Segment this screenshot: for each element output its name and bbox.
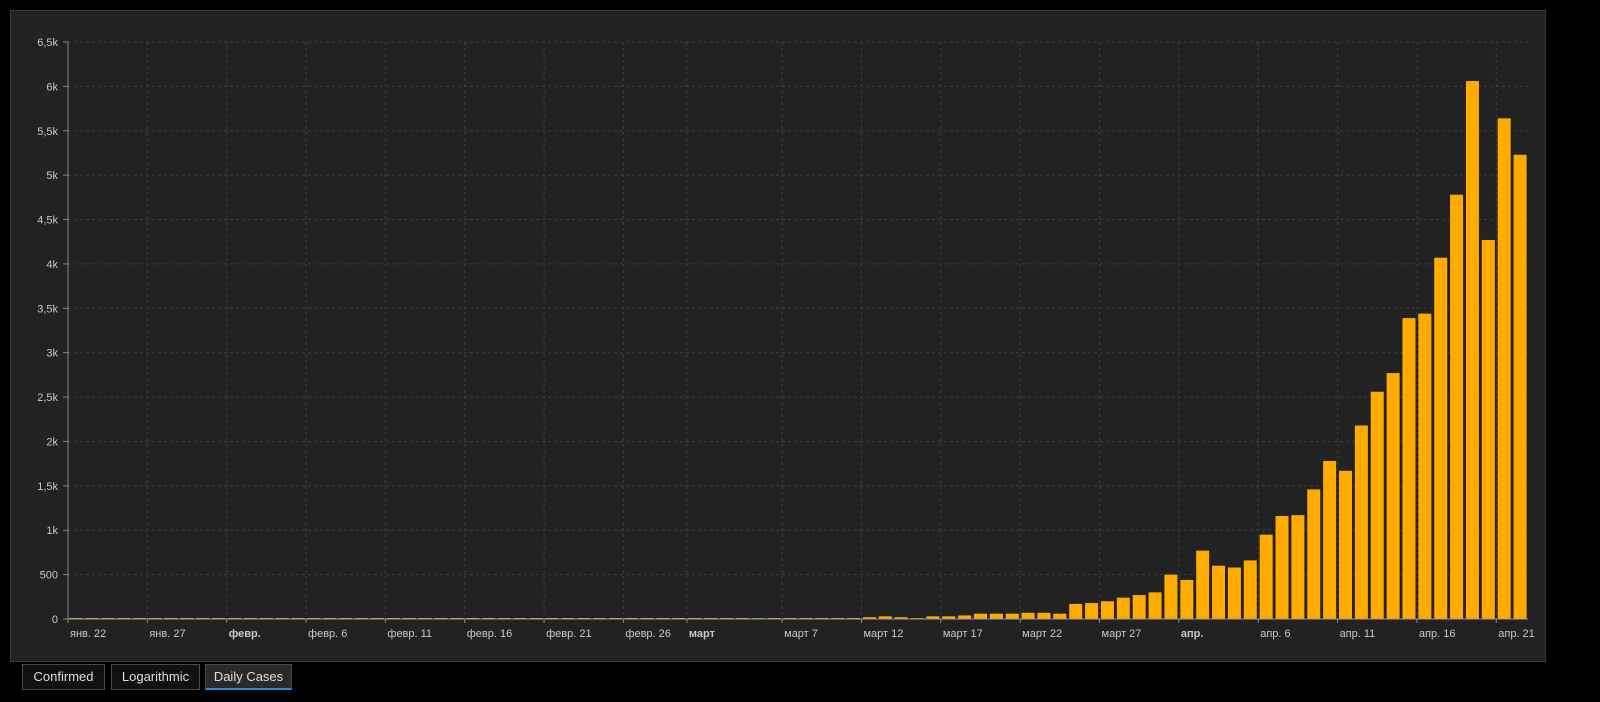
bar: [1132, 595, 1146, 619]
bar: [1338, 470, 1353, 619]
bar: [1323, 460, 1337, 619]
x-tick-label: янв. 27: [149, 628, 185, 640]
bar: [1354, 425, 1368, 619]
bar: [1116, 597, 1130, 619]
x-tick-label: февр.: [229, 628, 261, 640]
x-tick-label: март 27: [1102, 628, 1142, 640]
bar: [1418, 313, 1432, 619]
y-tick-label: 4k: [46, 259, 58, 271]
bar: [1513, 154, 1527, 619]
bar: [1450, 194, 1464, 619]
bar: [1259, 534, 1273, 619]
y-tick-label: 500: [40, 570, 58, 582]
bar: [1434, 257, 1448, 619]
bar: [1053, 613, 1067, 619]
x-tick-label: февр. 6: [308, 628, 347, 640]
bar: [1481, 239, 1495, 619]
y-tick-label: 3,5k: [37, 303, 58, 315]
y-tick-label: 2,5k: [37, 392, 58, 404]
bar: [1164, 574, 1178, 619]
bar: [1085, 603, 1099, 619]
bar: [1227, 567, 1241, 619]
bar: [1386, 373, 1400, 619]
bar: [1291, 515, 1305, 619]
y-tick-label: 1,5k: [37, 481, 58, 493]
x-tick-label: апр. 11: [1340, 628, 1376, 640]
x-tick-label: февр. 11: [387, 628, 432, 640]
x-tick-label: февр. 21: [546, 628, 591, 640]
x-tick-label: март 12: [863, 628, 903, 640]
x-tick-label: март 7: [784, 628, 818, 640]
x-tick-label: март 22: [1022, 628, 1062, 640]
tab-daily-cases[interactable]: Daily Cases: [205, 664, 292, 690]
y-tick-label: 0: [52, 614, 58, 626]
x-tick-label: апр. 16: [1419, 628, 1456, 640]
x-tick-label: март 17: [943, 628, 983, 640]
bar: [1370, 391, 1384, 619]
bar: [1180, 579, 1194, 619]
x-tick-label: февр. 26: [625, 628, 670, 640]
chart-panel: 0 500 1k 1,5k 2k 2,5k 3k 3,5k 4k 4,5k 5k 5,5k 6k 6,5k…: [10, 10, 1546, 662]
y-tick-label: 5,5k: [37, 126, 58, 138]
bar: [1148, 592, 1162, 619]
x-tick-label: март: [689, 628, 716, 640]
bar: [1196, 550, 1210, 619]
bar: [1005, 613, 1019, 619]
x-tick-label: апр.: [1181, 628, 1204, 640]
bar: [958, 615, 972, 619]
x-tick-label: февр. 16: [467, 628, 512, 640]
tab-logarithmic[interactable]: Logarithmic: [111, 664, 200, 690]
x-tick-label: апр. 6: [1260, 628, 1290, 640]
bar: [1243, 560, 1257, 619]
bar: [1307, 489, 1321, 619]
daily-cases-chart: 0 500 1k 1,5k 2k 2,5k 3k 3,5k 4k 4,5k 5k 5,5k 6k 6,5k…: [37, 37, 1535, 640]
bar: [1275, 516, 1289, 619]
y-tick-label: 6,5k: [37, 37, 58, 49]
x-tick-label: апр. 21: [1498, 628, 1535, 640]
tab-confirmed[interactable]: Confirmed: [22, 664, 105, 690]
bar: [1465, 81, 1479, 619]
y-tick-label: 2k: [46, 436, 58, 448]
y-tick-label: 6k: [46, 81, 58, 93]
y-tick-label: 5k: [46, 170, 58, 182]
y-tick-label: 4,5k: [37, 215, 58, 227]
y-tick-label: 3k: [46, 348, 58, 360]
bar: [1021, 612, 1035, 619]
bar: [1212, 565, 1226, 619]
bar: [973, 613, 988, 619]
bar: [1037, 612, 1051, 619]
bar: [989, 613, 1003, 619]
x-tick-label: янв. 22: [70, 628, 106, 640]
bar: [1497, 118, 1511, 619]
bar: [1069, 603, 1083, 619]
bar: [1402, 318, 1416, 619]
y-tick-label: 1k: [46, 525, 58, 537]
bar: [1100, 601, 1114, 619]
